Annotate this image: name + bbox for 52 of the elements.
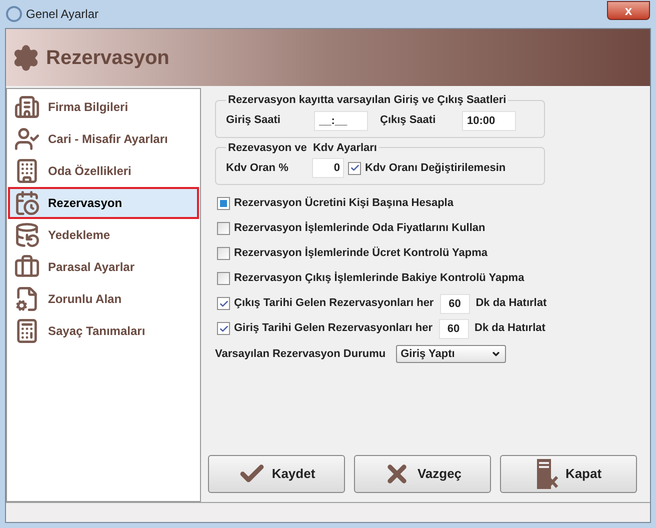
sidebar-item[interactable]: Parasal Ayarlar <box>8 251 199 283</box>
minutes-field[interactable]: 60 <box>440 294 470 314</box>
vat-rate-field[interactable]: 0 <box>312 158 344 178</box>
building-icon <box>14 94 40 120</box>
caret-icon <box>490 349 501 359</box>
bag-icon <box>14 254 40 280</box>
app-logo-icon <box>6 6 22 22</box>
window-title: Genel Ayarlar <box>26 6 98 23</box>
gear-icon <box>12 44 40 72</box>
checkbox-label: Giriş Tarihi Gelen Rezervasyonları her <box>234 321 432 336</box>
checkbox[interactable] <box>217 247 230 260</box>
checkbox[interactable] <box>217 272 230 285</box>
checkbox[interactable] <box>217 322 230 335</box>
checkbox-label: Kdv Oranı Değiştirilemesin <box>365 160 506 176</box>
action-button[interactable]: Vazgeç <box>354 455 491 493</box>
sidebar-item[interactable]: Sayaç Tanımaları <box>8 315 199 347</box>
user-check-icon <box>14 126 40 152</box>
field-label: Çıkış Saati <box>380 113 437 128</box>
checkbox-label: Çıkış Tarihi Gelen Rezervasyonları her <box>234 296 434 312</box>
checkbox-suffix: Dk da Hatırlat <box>474 321 546 336</box>
checkbox-label: Rezervasyon İşlemlerinde Ücret Kontrolü Yapma <box>234 246 488 262</box>
calendar-clock-icon <box>14 190 40 216</box>
group-title: Rezervasyon kayıtta varsayılan Giriş ve Çıkış Saatleri <box>227 93 508 108</box>
field-label: Varsayılan Rezervasyon Durumu <box>215 346 386 362</box>
checkbox[interactable] <box>217 297 230 310</box>
sidebar-item[interactable]: Yedekleme <box>8 219 199 251</box>
group-title: Rezevasyon ve Kdv Ayarları <box>227 140 378 156</box>
field-label: Giriş Saati <box>226 113 282 128</box>
checkbox-label: Rezervasyon Çıkış İşlemlerinde Bakiye Kontrolü Yapma <box>234 270 524 286</box>
buildings-icon <box>14 158 40 184</box>
server-exit-icon <box>535 459 560 489</box>
action-button[interactable]: Kapat <box>500 455 637 493</box>
checkbox[interactable] <box>348 162 361 174</box>
sidebar-item[interactable]: Oda Özellikleri <box>8 155 199 187</box>
sidebar-item[interactable]: Cari - Misafir Ayarları <box>8 123 199 155</box>
minutes-field[interactable]: 60 <box>438 318 468 338</box>
field-label: Kdv Oran % <box>226 160 290 176</box>
checkbox-label: Rezervasyon İşlemlerinde Oda Fiyatlarını Kullan <box>234 220 486 236</box>
sidebar-item[interactable]: Zorunlu Alan <box>8 283 199 315</box>
checkbox[interactable] <box>217 222 230 235</box>
action-button[interactable]: Kaydet <box>208 455 345 493</box>
checkout-field[interactable]: 10:00 <box>462 110 516 130</box>
file-gear-icon <box>14 286 40 312</box>
checkbox-suffix: Dk da Hatırlat <box>476 296 547 312</box>
status-dropdown[interactable]: Giriş Yaptı <box>396 345 506 363</box>
sidebar-item[interactable]: Rezervasyon <box>8 187 199 219</box>
checkin-field[interactable]: __:__ <box>314 110 368 130</box>
checkbox[interactable] <box>217 197 230 210</box>
checkbox-label: Rezervasyon Ücretini Kişi Başına Hesapla <box>234 196 454 212</box>
header-title: Rezervasyon <box>46 46 170 70</box>
database-icon <box>14 222 40 248</box>
sidebar-item[interactable]: Firma Bilgileri <box>8 91 199 123</box>
